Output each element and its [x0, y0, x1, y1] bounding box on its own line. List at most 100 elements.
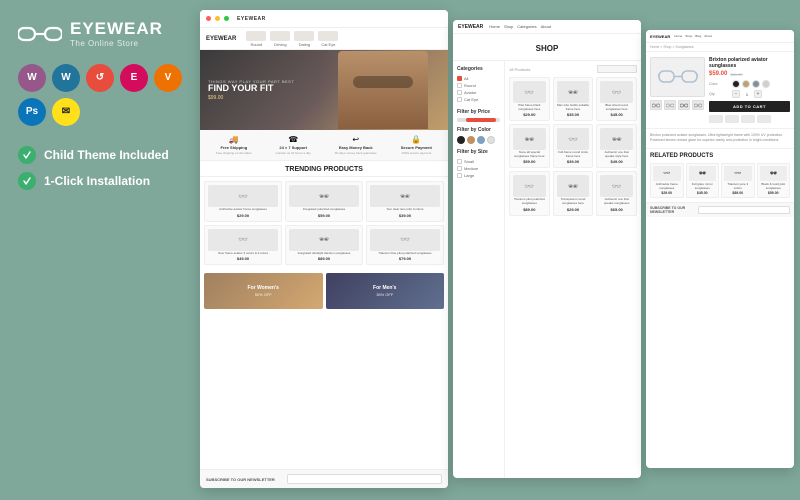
nav-cat-2: Driving [270, 31, 290, 47]
product-price-1: $29.00 [237, 213, 249, 218]
prod-logo: EYEWEAR [650, 34, 670, 39]
shop-product-9: 👓 Authentic one that speaks sunglasses $… [596, 171, 637, 215]
plugin-icons-row: W W ↺ E V Ps ✉ [18, 64, 182, 126]
related-item-3: 👓 Titanium pure 3 colors $89.00 [721, 163, 755, 198]
pay-icon-visa [709, 115, 723, 123]
prod-thumb-1[interactable] [650, 100, 662, 110]
shop-layout: Categories All Round Aviator Cat Eye [453, 61, 641, 478]
feat-shipping-title: Free Shipping [220, 145, 247, 150]
product-card-6: 👓 Titanium blue pilot polarized sunglass… [366, 225, 444, 266]
prod-glasses-image [658, 67, 698, 87]
price-slider-track [457, 118, 500, 122]
prod-images [650, 57, 705, 123]
nav-categories: Round Driving Dating Cat Eye [246, 31, 442, 47]
product-name-3: Sun clear lens pilot 3 colors [387, 208, 424, 212]
feat-payment-desc: 100% secure payment [401, 151, 431, 155]
shop-product-name-6: Authentic one that speaks style here [600, 151, 633, 158]
shop-product-2: 🕶 Man who builds suitable frame here $35… [553, 77, 594, 121]
product-name-4: Over frame aviator 3 colors & 3 colors [218, 252, 268, 256]
topbar-dot-green [224, 16, 229, 21]
filter-check-lg [457, 173, 462, 178]
feat-shipping-desc: Free shipping on all orders [216, 151, 252, 155]
related-grid: 👓 Anthracite frame sunglasses $29.00 🕶 F… [650, 163, 790, 198]
cat-cateye-label: Cat Eye [464, 97, 478, 102]
home-topbar: EYEWEAR [200, 10, 448, 28]
swatch-black[interactable] [732, 80, 740, 88]
qty-plus-btn[interactable]: + [754, 90, 762, 98]
product-name-5: Integrated ultralight titanium sunglasse… [298, 252, 351, 256]
prod-newsletter-input[interactable] [698, 206, 790, 214]
shop-product-img-5: 👓 [557, 128, 590, 150]
related-products-section: RELATED PRODUCTS 👓 Anthracite frame sung… [646, 148, 794, 202]
related-item-1: 👓 Anthracite frame sunglasses $29.00 [650, 163, 684, 198]
products-grid: 👓 Anthracite aviator frame sunglasses $2… [200, 177, 448, 269]
shop-product-name-5: Full-frame round circle frame here [557, 151, 590, 158]
filter-check-sm [457, 159, 462, 164]
banner-women: For Women's 50% OFF [204, 273, 323, 309]
shop-product-name-9: Authentic one that speaks sunglasses [600, 198, 633, 205]
prod-thumbnails [650, 100, 705, 110]
prod-thumb-3[interactable] [678, 100, 690, 110]
feat-support: ☎ 24 × 7 Support Contact us 24 hours a d… [276, 135, 311, 155]
newsletter-input[interactable] [287, 474, 442, 484]
prod-thumb-2[interactable] [664, 100, 676, 110]
product-img-3: 🕶 [370, 185, 440, 207]
cat-label-1: Round [250, 42, 262, 47]
shop-product-img-7: 👓 [513, 175, 546, 197]
related-name-3: Titanium pure 3 colors [724, 182, 752, 190]
related-item-4: 🕶 Black & Gold pilot sunglasses $59.00 [757, 163, 791, 198]
shop-title-bar: SHOP [453, 34, 641, 61]
sidebar-size-sm: Small [457, 158, 500, 165]
prod-thumb-4[interactable] [692, 100, 704, 110]
shop-product-img-2: 🕶 [557, 81, 590, 103]
prod-topbar: EYEWEAR Home Shop Blog About [646, 30, 794, 43]
add-to-cart-btn[interactable]: ADD TO CART [709, 101, 790, 112]
home-newsletter: SUBSCRIBE TO OUR NEWSLETTER [200, 469, 448, 488]
swatch-silver[interactable] [752, 80, 760, 88]
shop-product-price-5: $39.00 [567, 159, 579, 164]
home-banners: For Women's 50% OFF For Men's 35% OFF [200, 269, 448, 313]
logo-area: EYEWEAR The Online Store [18, 20, 182, 48]
prod-price-block: $59.00 $80.00 [709, 71, 790, 77]
product-card-4: 👓 Over frame aviator 3 colors & 3 colors… [204, 225, 282, 266]
prod-attributes: Color: Qty: − 1 + [709, 80, 790, 98]
hero-image [318, 50, 448, 130]
payment-icons [709, 115, 790, 123]
qty-minus-btn[interactable]: − [732, 90, 740, 98]
product-name-1: Anthracite aviator frame sunglasses [219, 208, 267, 212]
trending-title: TRENDING PRODUCTS [200, 161, 448, 177]
color-gold [467, 136, 475, 144]
home-features-row: 🚚 Free Shipping Free shipping on all ord… [200, 130, 448, 161]
check-icon-oneclick [18, 172, 36, 190]
cat-img-4 [318, 31, 338, 41]
filter-check-all [457, 76, 462, 81]
color-black [457, 136, 465, 144]
product-img-5: 🕶 [289, 229, 359, 251]
prod-nav-cat: Blog [695, 34, 701, 38]
banner-men-label: For Men's [373, 285, 396, 291]
price-slider-fill [466, 118, 496, 122]
shop-product-price-9: $65.00 [611, 207, 623, 212]
nav-cat-4: Cat Eye [318, 31, 338, 47]
related-img-1: 👓 [653, 166, 681, 181]
shop-product-8: 🕶 Transparent round sunglasses here $29.… [553, 171, 594, 215]
hero-title: FIND YOUR FIT [208, 84, 294, 94]
related-title: RELATED PRODUCTS [650, 153, 790, 159]
hero-text: Things Way Play Your Part Best FIND YOUR… [200, 73, 302, 108]
product-name-6: Titanium blue pilot polarized sunglasses [378, 252, 431, 256]
elementor-icon: E [120, 64, 148, 92]
swatch-gray[interactable] [762, 80, 770, 88]
shop-product-3: 👓 Blue tinted round sunglasses here $45.… [596, 77, 637, 121]
swatch-gold[interactable] [742, 80, 750, 88]
home-nav: EYEWEAR Round Driving Dating Cat Eye [200, 28, 448, 50]
shop-product-price-8: $29.00 [567, 207, 579, 212]
prod-price: $59.00 [709, 71, 727, 77]
sort-select[interactable] [597, 65, 637, 73]
feature-child-theme-label: Child Theme Included [44, 148, 169, 162]
related-name-2: Full glare mirror sunglasses [689, 182, 717, 190]
prod-qty-attr: Qty: − 1 + [709, 90, 790, 98]
shop-nav-about: About [541, 24, 551, 29]
sidebar-price-title: Filter by Price [457, 109, 500, 115]
feat-support-icon: ☎ [288, 135, 298, 144]
related-name-1: Anthracite frame sunglasses [653, 182, 681, 190]
